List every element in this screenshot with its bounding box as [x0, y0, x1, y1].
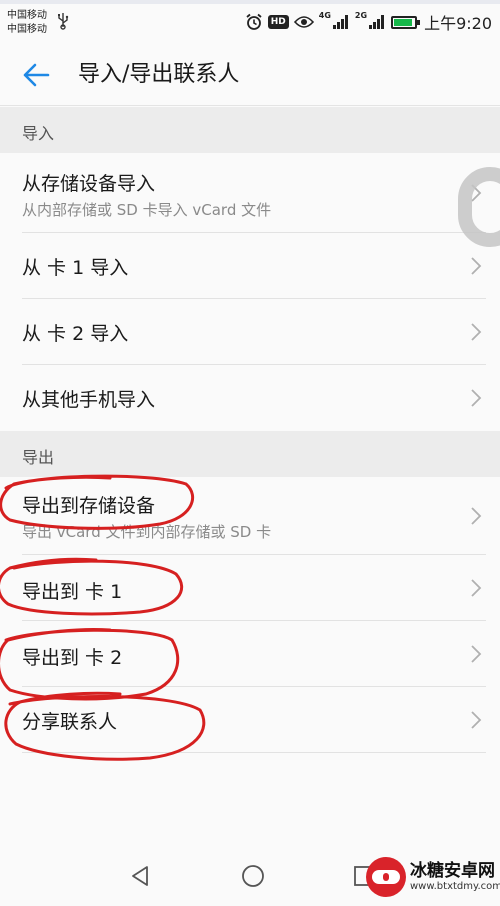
chevron-right-icon: [471, 257, 482, 275]
signal-icon: [369, 15, 385, 29]
list-item-export-to-storage[interactable]: 导出到存储设备 导出 vCard 文件到内部存储或 SD 卡: [0, 477, 500, 555]
item-title: 从 卡 1 导入: [22, 257, 129, 279]
item-title: 分享联系人: [22, 711, 118, 733]
eye-comfort-icon: [293, 16, 314, 28]
list-item-export-to-card1[interactable]: 导出到 卡 1: [0, 555, 500, 621]
list-item-import-from-card2[interactable]: 从 卡 2 导入: [0, 299, 500, 365]
signal-icon: [332, 15, 348, 29]
chevron-right-icon: [471, 579, 482, 597]
usb-icon: [58, 13, 69, 30]
item-title: 从 卡 2 导入: [22, 323, 129, 345]
arrow-left-icon: [23, 63, 50, 87]
site-watermark: 冰糖安卓网 www.btxtdmy.com: [366, 854, 500, 900]
section-header-label: 导出: [22, 448, 55, 467]
carrier-1: 中国移动: [7, 10, 47, 21]
app-bar: 导入/导出联系人: [0, 44, 500, 106]
hd-badge: HD: [267, 15, 289, 29]
status-indicators: HD 4G 2G 上午9:20: [245, 11, 492, 33]
watermark-url: www.btxtdmy.com: [410, 880, 500, 892]
watermark-logo-icon: [366, 857, 406, 897]
item-title: 导出到存储设备: [22, 495, 156, 517]
carrier-names: 中国移动 中国移动: [7, 9, 47, 37]
battery-icon: [391, 15, 421, 29]
floating-scroll-handle[interactable]: [458, 167, 500, 247]
item-subtitle: 导出 vCard 文件到内部存储或 SD 卡: [22, 523, 272, 541]
section-header-export: 导出: [0, 431, 500, 477]
chevron-right-icon: [471, 711, 482, 729]
list-item-import-from-card1[interactable]: 从 卡 1 导入: [0, 233, 500, 299]
carrier-2: 中国移动: [7, 24, 47, 35]
item-title: 从其他手机导入: [22, 389, 156, 411]
list-item-import-from-other-phone[interactable]: 从其他手机导入: [0, 365, 500, 431]
section-header-label: 导入: [22, 124, 55, 143]
alarm-icon: [246, 13, 262, 30]
item-subtitle: 从内部存储或 SD 卡导入 vCard 文件: [22, 201, 272, 219]
nav-home-circle-icon[interactable]: [240, 863, 266, 889]
item-title: 导出到 卡 2: [22, 647, 123, 669]
network-type-2: 2G: [354, 11, 368, 20]
list-item-export-to-card2[interactable]: 导出到 卡 2: [0, 621, 500, 687]
status-bar: 中国移动 中国移动 HD 4G 2G 上午9:20: [0, 0, 500, 44]
top-stripe: [0, 0, 500, 4]
list-item-share-contacts[interactable]: 分享联系人: [0, 687, 500, 753]
back-button[interactable]: [16, 58, 56, 92]
network-type-1: 4G: [318, 11, 331, 20]
chevron-right-icon: [471, 645, 482, 663]
watermark-title: 冰糖安卓网: [410, 861, 495, 882]
list-item-import-from-storage[interactable]: 从存储设备导入 从内部存储或 SD 卡导入 vCard 文件: [0, 153, 500, 233]
chevron-right-icon: [471, 389, 482, 407]
nav-back-triangle-icon[interactable]: [128, 864, 152, 888]
divider: [22, 752, 486, 753]
item-title: 从存储设备导入: [22, 173, 156, 195]
clock: 上午9:20: [424, 14, 492, 33]
section-header-import: 导入: [0, 107, 500, 153]
battery-level: [394, 18, 413, 26]
watermark-text: 冰糖安卓网 www.btxtdmy.com: [410, 862, 500, 892]
page-title: 导入/导出联系人: [78, 62, 240, 87]
chevron-right-icon: [471, 323, 482, 341]
chevron-right-icon: [471, 507, 482, 525]
item-title: 导出到 卡 1: [22, 581, 123, 603]
